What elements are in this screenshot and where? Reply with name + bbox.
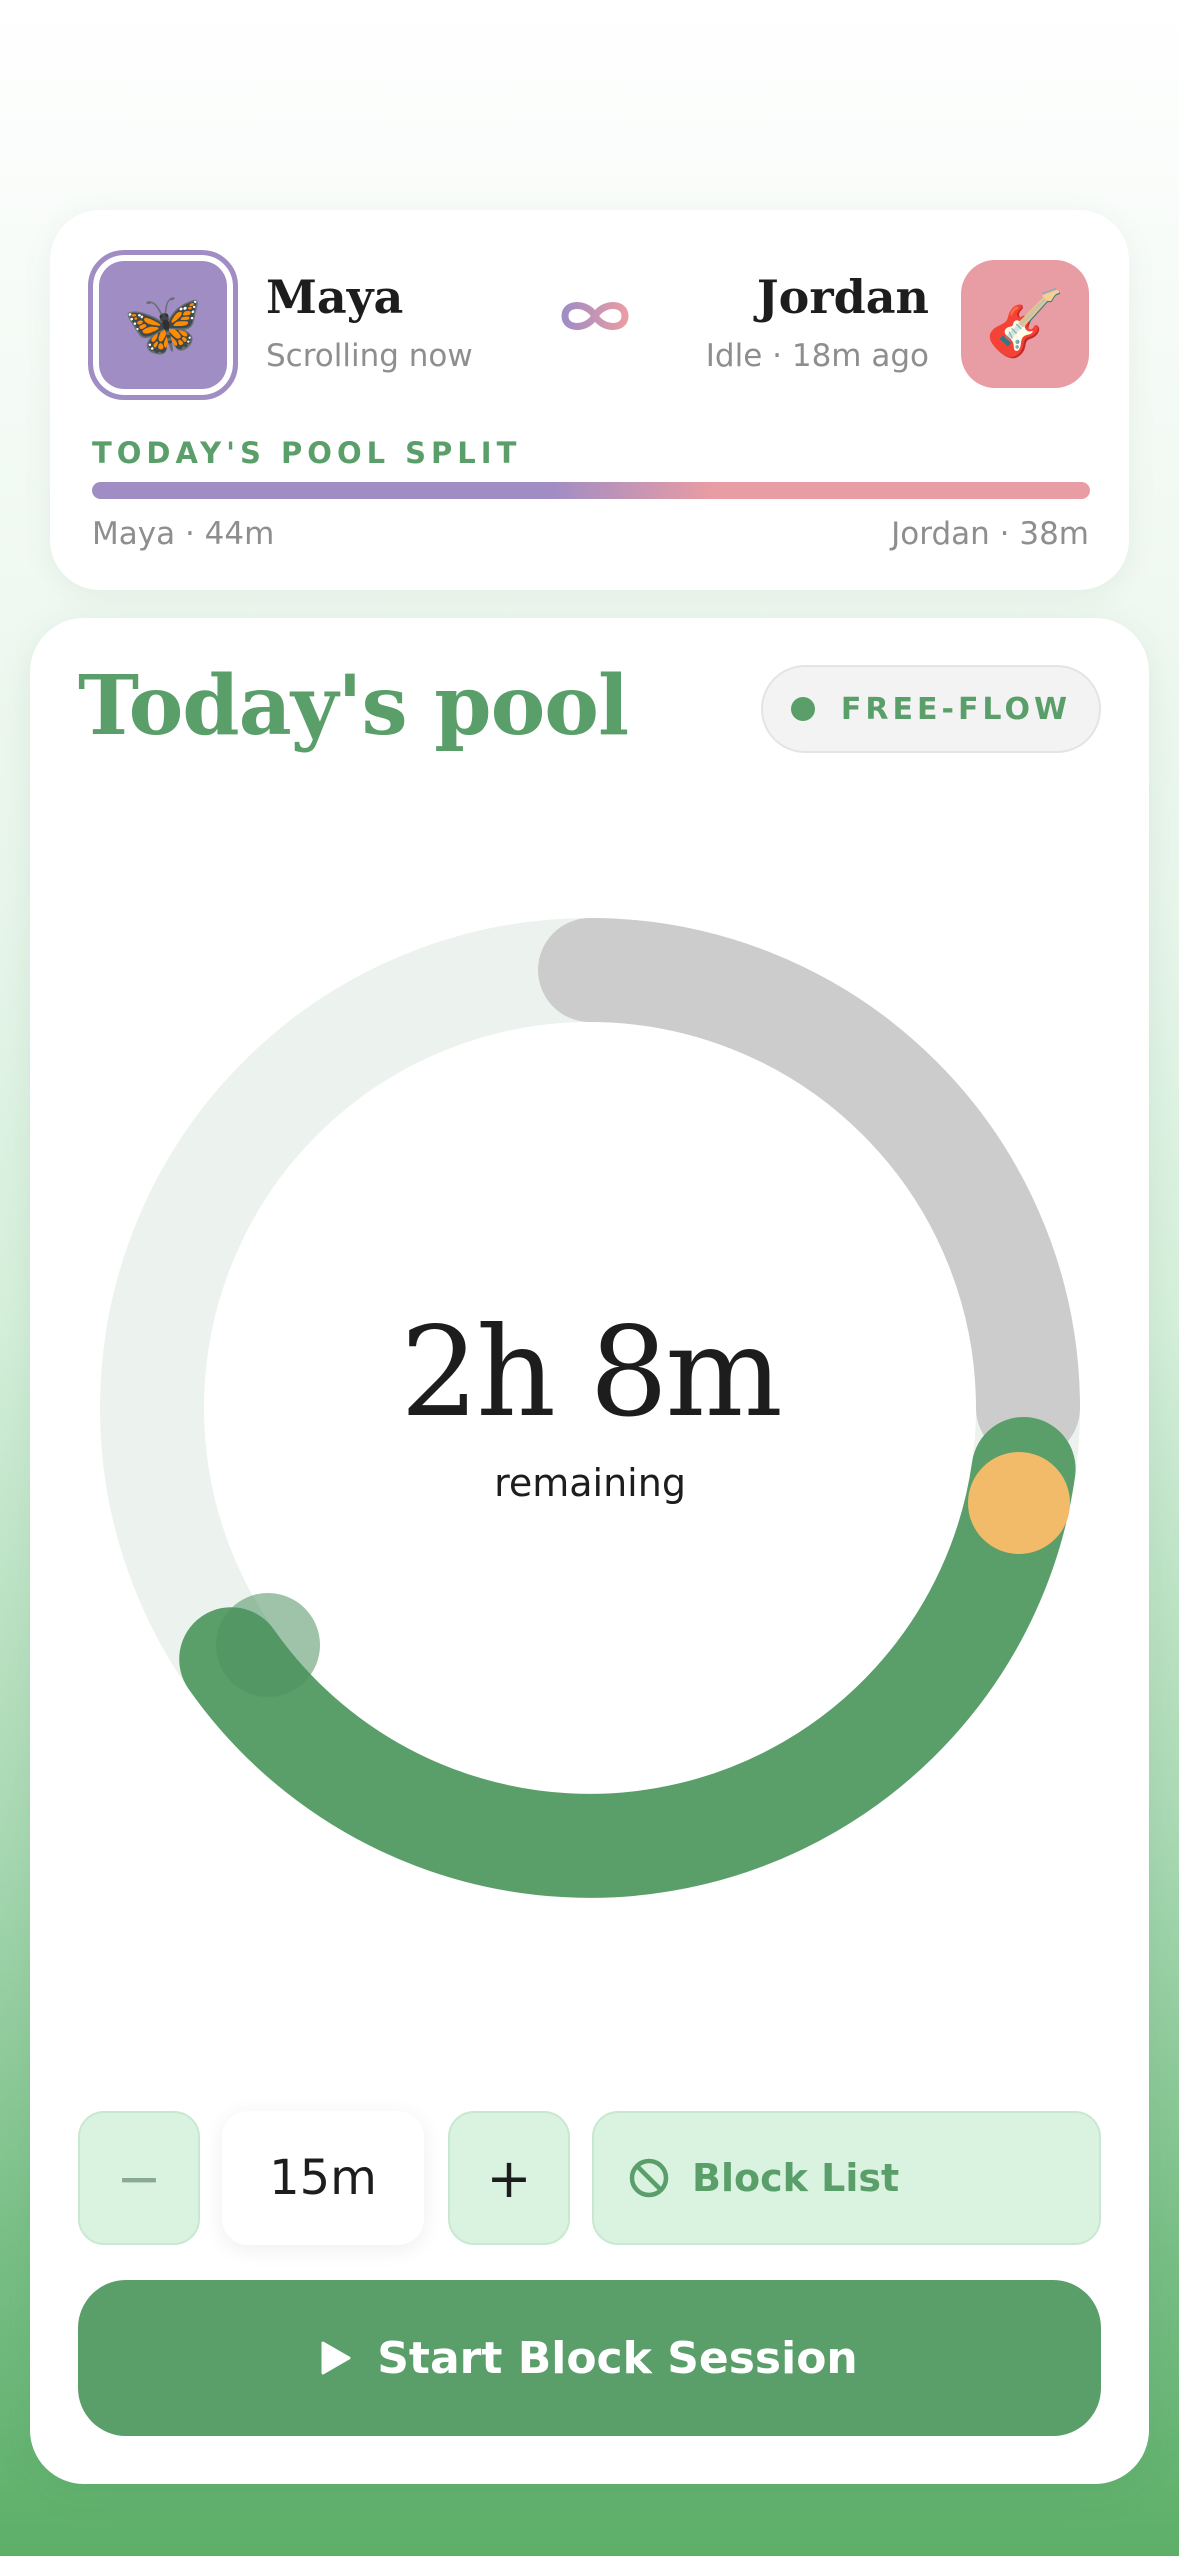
maya-avatar[interactable]: 🦋 (88, 250, 238, 400)
maya-split-caption: Maya · 44m (92, 516, 275, 552)
status-dot-icon (790, 697, 815, 721)
jordan-avatar[interactable]: 🎸 (961, 260, 1089, 388)
mode-pill[interactable]: FREE-FLOW (761, 665, 1101, 753)
block-icon (629, 2158, 669, 2198)
pool-title: Today's pool (78, 658, 629, 754)
pool-card: Today's pool FREE-FLOW 2h 8m remaining −… (30, 618, 1149, 2484)
block-list-button[interactable]: Block List (592, 2111, 1101, 2245)
maya-status: Scrolling now (266, 338, 473, 374)
jordan-status: Idle · 18m ago (705, 338, 929, 374)
maya-name: Maya (266, 270, 404, 324)
infinity-icon (561, 302, 629, 330)
pool-split-bar (92, 482, 1090, 499)
jordan-name: Jordan (756, 270, 929, 324)
ring-position-marker (968, 1452, 1070, 1554)
play-icon (321, 2341, 351, 2375)
partner-card: 🦋 Maya Scrolling now Jordan Idle · 18m a… (50, 210, 1129, 590)
pool-ring (100, 918, 1080, 1898)
ring-used-arc (538, 918, 1080, 1460)
mode-label: FREE-FLOW (840, 691, 1072, 727)
guitar-icon: 🎸 (985, 287, 1065, 361)
pool-split-label: TODAY'S POOL SPLIT (92, 436, 522, 470)
decrement-button[interactable]: − (78, 2111, 200, 2245)
ring-remaining-arc (179, 1417, 1076, 1898)
duration-value: 15m (222, 2111, 424, 2245)
increment-button[interactable]: + (448, 2111, 570, 2245)
ring-start-cap (216, 1593, 320, 1697)
block-list-label: Block List (692, 2156, 900, 2200)
jordan-split-caption: Jordan · 38m (891, 516, 1089, 552)
session-controls: − 15m + Block List (78, 2111, 1101, 2245)
minus-icon: − (116, 2146, 162, 2210)
plus-icon: + (486, 2146, 532, 2210)
start-block-session-label: Start Block Session (377, 2332, 858, 2384)
start-block-session-button[interactable]: Start Block Session (78, 2280, 1101, 2436)
butterfly-icon: 🦋 (123, 288, 203, 362)
